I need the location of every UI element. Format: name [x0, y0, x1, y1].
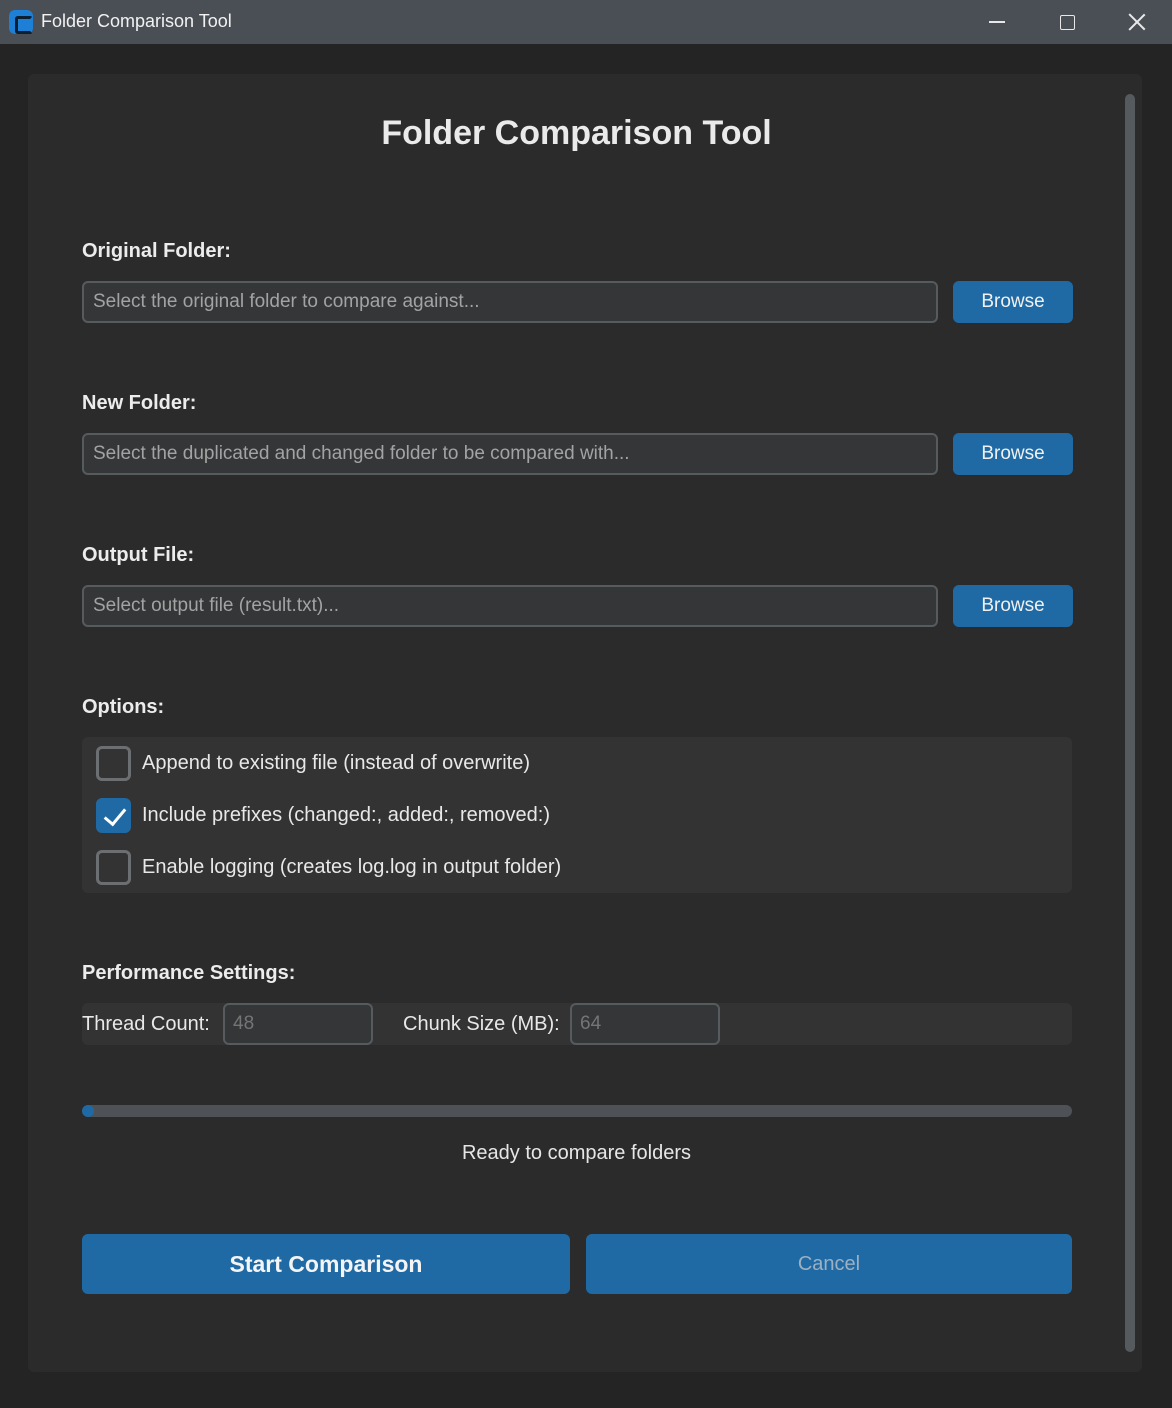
- performance-settings-label: Performance Settings:: [82, 962, 296, 984]
- original-folder-label: Original Folder:: [82, 240, 231, 262]
- include-prefixes-checkbox[interactable]: [96, 797, 131, 833]
- close-icon: [1128, 13, 1146, 31]
- append-checkbox-label: Append to existing file (instead of over…: [142, 751, 530, 774]
- enable-logging-checkbox[interactable]: [96, 849, 131, 885]
- start-comparison-button[interactable]: Start Comparison: [82, 1234, 570, 1294]
- enable-logging-checkbox-label: Enable logging (creates log.log in outpu…: [142, 855, 562, 878]
- option-enable-logging[interactable]: Enable logging (creates log.log in outpu…: [96, 849, 562, 885]
- maximize-icon: [1059, 14, 1075, 30]
- options-label: Options:: [82, 696, 165, 718]
- maximize-button[interactable]: [1032, 0, 1102, 44]
- window-title: Folder Comparison Tool: [41, 11, 232, 31]
- cancel-button[interactable]: Cancel: [586, 1234, 1072, 1294]
- main-panel: [28, 74, 1142, 1372]
- status-text: Ready to compare folders: [461, 1142, 691, 1164]
- progress-bar: [82, 1105, 1072, 1117]
- close-button[interactable]: [1102, 0, 1172, 44]
- thread-count-label: Thread Count:: [82, 1013, 210, 1035]
- progress-bar-fill: [82, 1105, 94, 1117]
- app-icon: [9, 10, 33, 34]
- page-title: Folder Comparison Tool: [381, 114, 772, 152]
- original-folder-browse-button[interactable]: Browse: [953, 281, 1073, 323]
- title-bar: Folder Comparison Tool: [0, 0, 1172, 44]
- new-folder-browse-button[interactable]: Browse: [953, 433, 1073, 475]
- option-append[interactable]: Append to existing file (instead of over…: [96, 745, 530, 781]
- include-prefixes-checkbox-label: Include prefixes (changed:, added:, remo…: [142, 803, 551, 826]
- minimize-button[interactable]: [962, 0, 1032, 44]
- options-panel: Append to existing file (instead of over…: [82, 737, 1072, 893]
- chunk-size-label: Chunk Size (MB):: [403, 1013, 560, 1035]
- option-include-prefixes[interactable]: Include prefixes (changed:, added:, remo…: [96, 797, 551, 833]
- chunk-size-input[interactable]: [570, 1003, 720, 1045]
- new-folder-input[interactable]: [82, 433, 938, 475]
- minimize-icon: [989, 21, 1005, 23]
- output-file-browse-button[interactable]: Browse: [953, 585, 1073, 627]
- output-file-label: Output File:: [82, 544, 195, 566]
- thread-count-input[interactable]: [223, 1003, 373, 1045]
- window-body: Folder Comparison Tool Original Folder: …: [0, 44, 1172, 1408]
- new-folder-label: New Folder:: [82, 392, 197, 414]
- output-file-input[interactable]: [82, 585, 938, 627]
- original-folder-input[interactable]: [82, 281, 938, 323]
- performance-panel: Thread Count: Chunk Size (MB):: [82, 1003, 1072, 1045]
- append-checkbox[interactable]: [96, 745, 131, 781]
